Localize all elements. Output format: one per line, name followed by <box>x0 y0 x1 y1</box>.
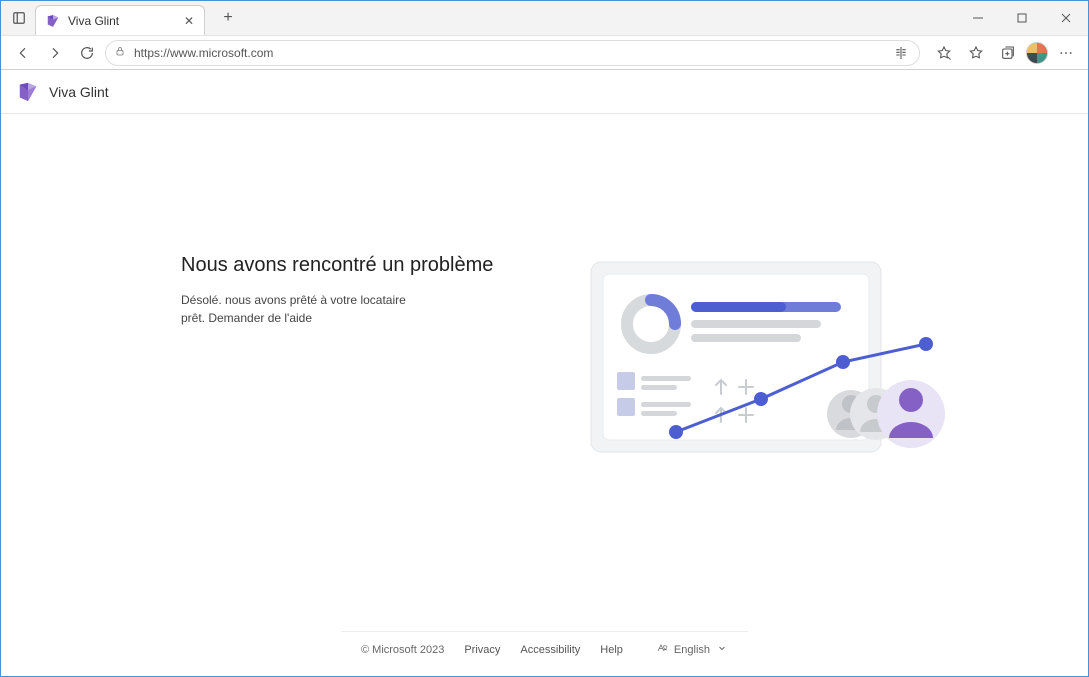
address-bar-url: https://www.microsoft.com <box>134 46 883 60</box>
browser-tab-title: Viva Glint <box>68 14 176 28</box>
error-message: Nous avons rencontré un problème Désolé.… <box>181 254 493 327</box>
close-window-button[interactable] <box>1044 1 1088 35</box>
illustration-wrap <box>533 254 1028 474</box>
footer-privacy-link[interactable]: Privacy <box>464 644 500 656</box>
error-line-2: prêt. Demander de l'aide <box>181 311 312 325</box>
viva-glint-favicon-icon <box>46 14 60 28</box>
footer-copyright: © Microsoft 2023 <box>361 644 444 656</box>
back-button[interactable] <box>9 39 37 67</box>
more-menu-icon[interactable] <box>1052 39 1080 67</box>
close-tab-icon[interactable]: ✕ <box>184 14 194 28</box>
refresh-button[interactable] <box>73 39 101 67</box>
language-icon <box>656 642 668 657</box>
forward-button[interactable] <box>41 39 69 67</box>
maximize-button[interactable] <box>1000 1 1044 35</box>
dashboard-illustration-icon <box>581 254 981 474</box>
error-line-1: Désolé. nous avons prêté à votre locatai… <box>181 293 406 307</box>
language-label: English <box>674 644 710 656</box>
app-title: Viva Glint <box>49 84 109 100</box>
browser-toolbar: https://www.microsoft.com <box>1 35 1088 69</box>
tab-strip-left: Viva Glint ✕ + <box>7 1 241 35</box>
window-controls <box>956 1 1088 35</box>
minimize-button[interactable] <box>956 1 1000 35</box>
footer-accessibility-link[interactable]: Accessibility <box>520 644 580 656</box>
content-area: Nous avons rencontré un problème Désolé.… <box>1 114 1088 631</box>
address-bar[interactable]: https://www.microsoft.com <box>105 40 920 66</box>
footer-help-link[interactable]: Help <box>600 644 623 656</box>
language-selector[interactable]: English <box>656 642 728 657</box>
favorite-star-icon[interactable] <box>930 39 958 67</box>
app-header: Viva Glint <box>1 70 1088 114</box>
viva-glint-logo-icon <box>17 81 39 103</box>
browser-chrome: Viva Glint ✕ + <box>1 1 1088 70</box>
favorites-list-icon[interactable] <box>962 39 990 67</box>
footer-left: © Microsoft 2023 Privacy Accessibility H… <box>361 644 623 656</box>
collections-icon[interactable] <box>994 39 1022 67</box>
reader-mode-icon[interactable] <box>891 43 911 63</box>
error-heading: Nous avons rencontré un problème <box>181 254 493 277</box>
error-description: Désolé. nous avons prêté à votre locatai… <box>181 291 493 327</box>
page-footer: © Microsoft 2023 Privacy Accessibility H… <box>341 631 748 667</box>
page-body: Nous avons rencontré un problème Désolé.… <box>1 114 1088 677</box>
profile-avatar[interactable] <box>1026 42 1048 64</box>
chevron-down-icon <box>716 642 728 657</box>
tab-actions-icon[interactable] <box>7 6 31 30</box>
new-tab-button[interactable]: + <box>215 5 241 31</box>
toolbar-right-icons <box>930 39 1080 67</box>
browser-tab[interactable]: Viva Glint ✕ <box>35 5 205 35</box>
lock-icon <box>114 45 126 60</box>
tab-strip: Viva Glint ✕ + <box>1 1 1088 35</box>
